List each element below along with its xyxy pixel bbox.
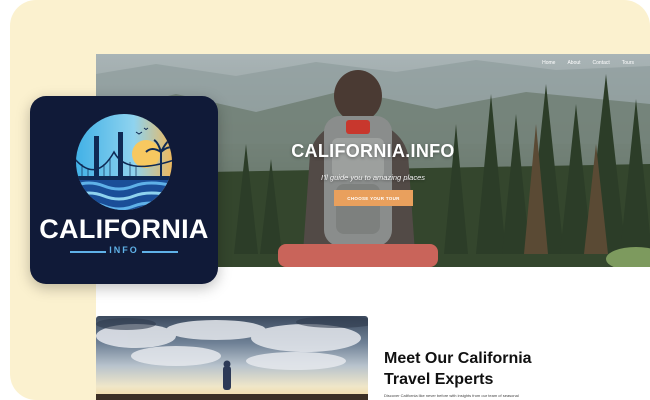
- logo-card: CALIFORNIA INFO: [30, 96, 218, 284]
- top-nav: Home About Contact Tours: [542, 60, 634, 66]
- logo-wordmark: CALIFORNIA: [39, 214, 209, 244]
- sky-photo: [96, 316, 368, 400]
- nav-item-contact[interactable]: Contact: [593, 60, 610, 66]
- nav-item-home[interactable]: Home: [542, 60, 555, 66]
- section-title-line-1: Meet Our California: [384, 350, 532, 367]
- nav-item-tours[interactable]: Tours: [622, 60, 634, 66]
- section-title-line-2: Travel Experts: [384, 371, 494, 388]
- logo-subtext: INFO: [109, 245, 139, 255]
- logo-divider-right: [142, 251, 178, 253]
- choose-tour-button[interactable]: CHOOSE YOUR TOUR: [334, 190, 413, 206]
- section-title: Meet Our California Travel Experts: [384, 348, 584, 390]
- nav-item-about[interactable]: About: [567, 60, 580, 66]
- golden-gate-emblem-icon: [76, 114, 172, 210]
- section-body: Discover California like never before wi…: [384, 393, 519, 398]
